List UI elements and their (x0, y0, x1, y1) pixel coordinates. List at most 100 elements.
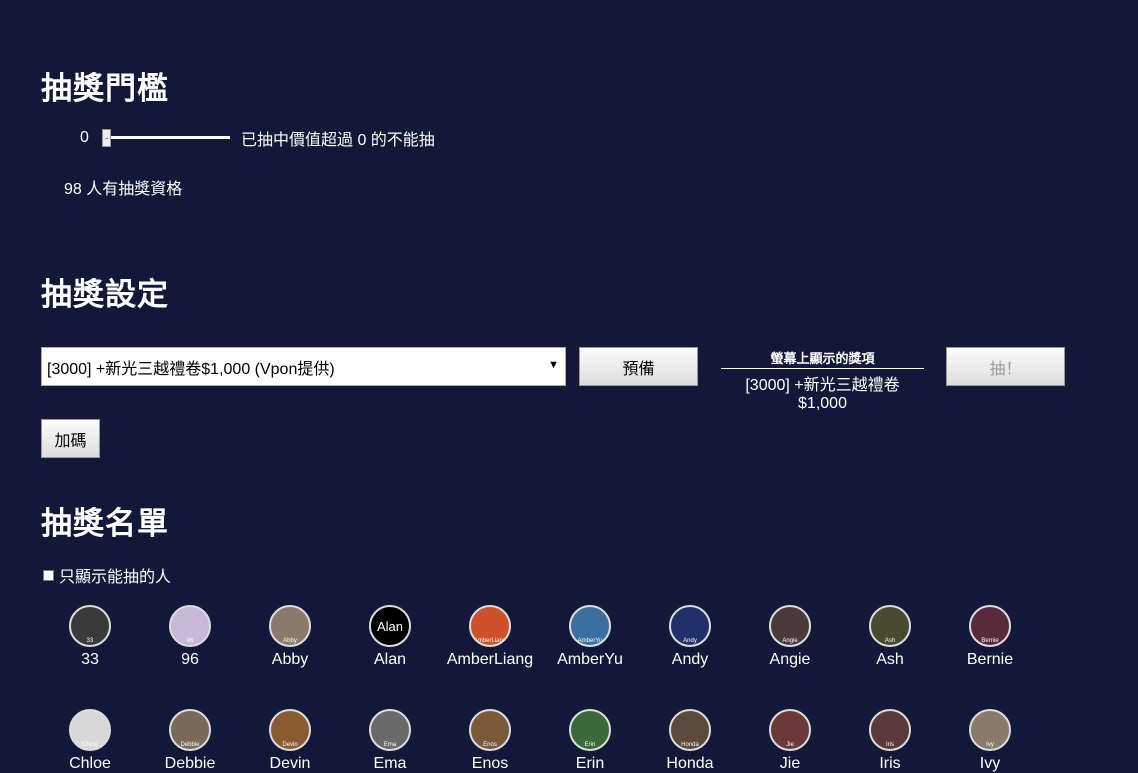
person-item[interactable]: Iris Iris (840, 709, 940, 773)
avatar: Jie (769, 709, 811, 751)
avatar-tag: Chloe (82, 742, 98, 748)
avatar-tag: AmberLiang (473, 638, 507, 644)
slider-track (102, 136, 230, 139)
display-prize: [3000] +新光三越禮卷$1,000 (745, 377, 900, 412)
person-name: 33 (81, 651, 99, 668)
avatar-tag: Ash (884, 638, 896, 644)
avatar: 96 (169, 605, 211, 647)
avatar-tag: Iris (886, 742, 894, 748)
ready-button[interactable]: 預備 (579, 347, 698, 386)
eligible-count: 98 人有抽獎資格 (64, 181, 183, 198)
filter-checkbox[interactable] (43, 569, 54, 581)
person-name: Ema (373, 755, 407, 772)
threshold-row: 0 已抽中價值超過 0 的不能抽 (80, 126, 435, 150)
bonus-button[interactable]: 加碼 (41, 419, 100, 458)
avatar-tag: Honda (681, 742, 699, 748)
person-item[interactable]: Ash Ash (840, 605, 940, 669)
avatar: Bernie (969, 605, 1011, 647)
avatar-tag: Devin (282, 742, 298, 748)
person-item[interactable]: Bernie Bernie (940, 605, 1040, 669)
avatar: Honda (669, 709, 711, 751)
person-item[interactable]: Abby Abby (240, 605, 340, 669)
avatar: Ivy (969, 709, 1011, 751)
avatar-tag: Bernie (981, 638, 999, 644)
person-item[interactable]: Alan Alan (340, 605, 440, 669)
threshold-heading: 抽獎門檻 (41, 71, 169, 107)
person-name: Angie (769, 651, 811, 668)
person-name: Erin (575, 755, 605, 772)
person-name: Jie (779, 755, 801, 772)
person-item[interactable]: AmberYu AmberYu (540, 605, 640, 669)
person-item[interactable]: Andy Andy (640, 605, 740, 669)
avatar-tag: AmberYu (577, 638, 603, 644)
person-name: Andy (671, 651, 709, 668)
list-heading: 抽獎名單 (41, 506, 169, 542)
avatar-tag: Andy (683, 638, 697, 644)
threshold-description: 已抽中價值超過 0 的不能抽 (241, 132, 435, 149)
person-name: Enos (471, 755, 509, 772)
filter-row[interactable]: 只顯示能抽的人 (43, 563, 171, 587)
avatar-tag: Debbie (180, 742, 200, 748)
avatar: Ema (369, 709, 411, 751)
person-name: Chloe (69, 755, 111, 772)
avatar: Enos (469, 709, 511, 751)
avatar-tag: Jie (786, 742, 794, 748)
avatar: Andy (669, 605, 711, 647)
person-name: Honda (666, 755, 714, 772)
dropdown-arrow-icon: ▼ (548, 359, 559, 371)
avatar-tag: Abby (283, 638, 297, 644)
person-item[interactable]: 33 33 (40, 605, 140, 669)
slider-handle[interactable] (102, 129, 111, 147)
prize-select-value: [3000] +新光三越禮卷$1,000 (Vpon提供) (47, 360, 335, 378)
avatar-tag: Ema (383, 742, 397, 748)
person-name: Alan (373, 651, 407, 668)
person-item[interactable]: Devin Devin (240, 709, 340, 773)
avatar: Iris (869, 709, 911, 751)
person-name: 96 (181, 651, 199, 668)
person-name: Abby (271, 651, 309, 668)
person-item[interactable]: Jie Jie (740, 709, 840, 773)
settings-heading: 抽獎設定 (41, 277, 169, 313)
avatar-tag: Enos (483, 742, 497, 748)
person-item[interactable]: Erin Erin (540, 709, 640, 773)
avatar-tag: 96 (186, 638, 194, 644)
filter-label: 只顯示能抽的人 (59, 569, 172, 586)
person-item[interactable]: Chloe Chloe (40, 709, 140, 773)
draw-button[interactable]: 抽！ (946, 347, 1065, 386)
avatar: AmberLiang (469, 605, 511, 647)
avatar: Alan (369, 605, 411, 647)
person-name: Devin (269, 755, 311, 772)
avatar-tag: Erin (584, 742, 596, 748)
person-name: AmberLiang (446, 651, 534, 668)
avatar-tag: Angie (782, 638, 798, 644)
avatar: Devin (269, 709, 311, 751)
threshold-value: 0 (80, 129, 89, 146)
person-item[interactable]: Enos Enos (440, 709, 540, 773)
avatar: Abby (269, 605, 311, 647)
avatar: Angie (769, 605, 811, 647)
person-item[interactable]: 96 96 (140, 605, 240, 669)
person-item[interactable]: AmberLiang AmberLiang (440, 605, 540, 669)
avatar: Erin (569, 709, 611, 751)
prize-select[interactable]: [3000] +新光三越禮卷$1,000 (Vpon提供) ▼ (41, 347, 566, 386)
avatar-tag: 33 (86, 638, 94, 644)
avatar: Chloe (69, 709, 111, 751)
display-title: 螢幕上顯示的獎項 (721, 348, 924, 369)
person-name: Iris (879, 755, 901, 772)
person-item[interactable]: Honda Honda (640, 709, 740, 773)
person-item[interactable]: Debbie Debbie (140, 709, 240, 773)
person-name: Ivy (979, 755, 1001, 772)
person-name: AmberYu (557, 651, 623, 668)
person-name: Ash (876, 651, 904, 668)
person-item[interactable]: Angie Angie (740, 605, 840, 669)
avatar: 33 (69, 605, 111, 647)
person-name: Debbie (164, 755, 216, 772)
person-item[interactable]: Ema Ema (340, 709, 440, 773)
avatar: Ash (869, 605, 911, 647)
avatar-tag: Ivy (986, 742, 994, 748)
person-name: Bernie (966, 651, 1014, 668)
avatar: Debbie (169, 709, 211, 751)
person-item[interactable]: Ivy Ivy (940, 709, 1040, 773)
avatar: AmberYu (569, 605, 611, 647)
threshold-slider[interactable] (102, 128, 230, 148)
